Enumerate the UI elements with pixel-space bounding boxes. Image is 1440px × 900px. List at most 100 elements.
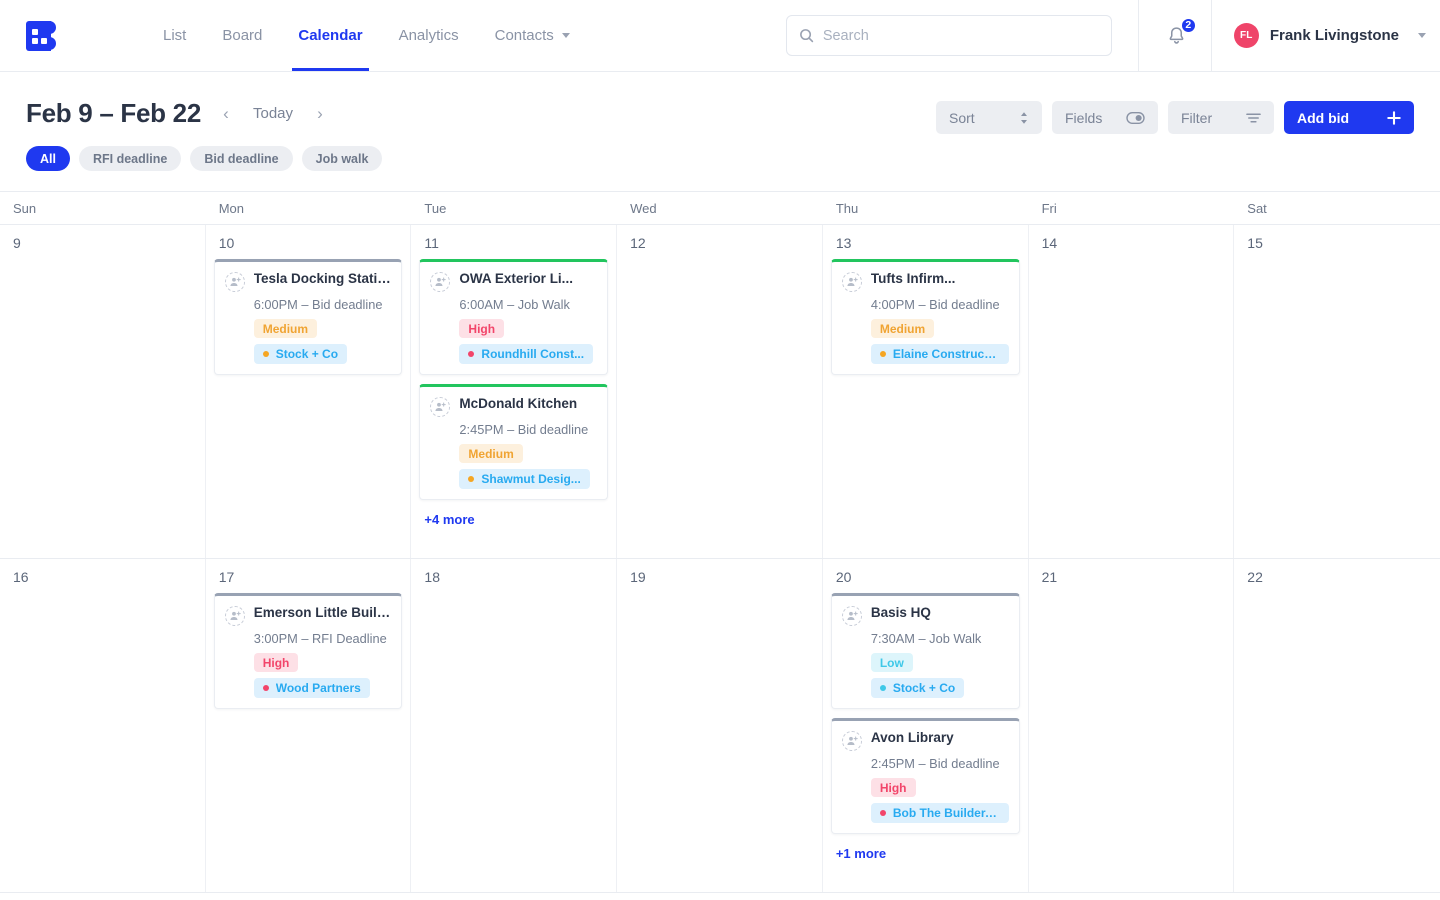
weekday-header-fri: Fri xyxy=(1041,200,1057,216)
calendar-day-cell[interactable]: 18 xyxy=(411,559,618,892)
date-range-row: Feb 9 – Feb 22 ‹ Today › xyxy=(26,98,936,129)
priority-badge: Medium xyxy=(870,319,935,338)
sort-button[interactable]: Sort xyxy=(936,101,1042,134)
person-add-icon[interactable] xyxy=(841,272,862,292)
today-button[interactable]: Today xyxy=(251,105,295,122)
add-bid-button[interactable]: Add bid xyxy=(1284,101,1414,134)
calendar-toolbar: Feb 9 – Feb 22 ‹ Today › All RFI deadline… xyxy=(0,72,1440,171)
status-dot-icon xyxy=(879,810,886,816)
priority-badge: High xyxy=(459,319,505,338)
nav-tab-contacts[interactable]: Contacts xyxy=(477,0,588,71)
company-tag-label: Bob The Builder, Inc. xyxy=(892,806,1000,820)
event-card-header: Tufts Infirm... xyxy=(841,271,1009,292)
filter-button[interactable]: Filter xyxy=(1168,101,1274,134)
event-card[interactable]: Tesla Docking Station 6:00PM – Bid deadli… xyxy=(213,259,403,375)
filter-chips: All RFI deadline Bid deadline Job walk xyxy=(26,146,936,171)
calendar-day-cell[interactable]: 10 Tesla Docking Station 6:00PM – Bid dead… xyxy=(206,225,412,558)
show-more-link[interactable]: +4 more xyxy=(419,509,608,527)
event-title: Emerson Little Buildi... xyxy=(253,605,392,620)
weekday-header-sat: Sat xyxy=(1247,200,1267,216)
filter-chip-rfi-deadline[interactable]: RFI deadline xyxy=(78,146,182,171)
event-card[interactable]: Tufts Infirm... 4:00PM – Bid deadline Medi… xyxy=(830,259,1020,375)
calendar-day-cell[interactable]: 22 xyxy=(1234,559,1440,892)
prev-period-button[interactable]: ‹ xyxy=(215,101,237,127)
event-card[interactable]: McDonald Kitchen 2:45PM – Bid deadline Med… xyxy=(419,384,609,500)
nav-tab-board[interactable]: Board xyxy=(204,0,280,71)
event-title: Basis HQ xyxy=(870,605,931,620)
company-tag[interactable]: Bob The Builder, Inc. xyxy=(870,803,1009,823)
search-box[interactable] xyxy=(785,15,1112,56)
chevron-down-icon xyxy=(561,33,570,38)
calendar-day-cell[interactable]: 19 xyxy=(617,559,823,892)
nav-tab-analytics[interactable]: Analytics xyxy=(381,0,477,71)
event-time: 2:45PM – Bid deadline xyxy=(459,422,589,437)
status-dot-icon xyxy=(879,351,886,357)
calendar-day-cell[interactable]: 13 Tufts Infirm... 4:00PM – Bid deadline Me… xyxy=(823,225,1029,558)
day-number: 22 xyxy=(1247,569,1263,585)
filter-icon xyxy=(1246,112,1261,124)
fields-button[interactable]: Fields xyxy=(1052,101,1158,134)
calendar-day-cell[interactable]: 20 Basis HQ 7:30AM – Job Walk Low Stock + Co… xyxy=(823,559,1029,892)
calendar-day-cell[interactable]: 12 xyxy=(617,225,823,558)
person-add-icon[interactable] xyxy=(224,272,245,292)
company-tag[interactable]: Wood Partners xyxy=(253,678,370,698)
status-dot-icon xyxy=(468,476,475,482)
weekday-header-row: Sun Mon Tue Wed Thu Fri Sat xyxy=(0,192,1440,225)
person-add-icon[interactable] xyxy=(430,272,451,292)
company-tag[interactable]: Roundhill Const... xyxy=(459,344,594,364)
search-input[interactable] xyxy=(822,27,1099,44)
event-time: 3:00PM – RFI Deadline xyxy=(253,631,387,646)
toolbar-left: Feb 9 – Feb 22 ‹ Today › All RFI deadline… xyxy=(26,98,936,171)
nav-tab-list[interactable]: List xyxy=(145,0,204,71)
notification-area: 2 xyxy=(1137,0,1211,71)
company-tag-label: Roundhill Const... xyxy=(481,347,585,361)
filter-chip-all[interactable]: All xyxy=(26,146,70,171)
event-time: 2:45PM – Bid deadline xyxy=(870,756,1000,771)
priority-badge: High xyxy=(870,778,916,797)
notifications-button[interactable]: 2 xyxy=(1159,16,1197,54)
person-add-icon[interactable] xyxy=(841,606,862,626)
main-nav-tabs: List Board Calendar Analytics Contacts xyxy=(145,0,588,71)
calendar-week-row: 9 10 Tesla Docking Station 6:00PM – Bid dea… xyxy=(0,225,1440,559)
person-add-icon[interactable] xyxy=(841,731,862,751)
filter-chip-job-walk[interactable]: Job walk xyxy=(301,146,383,171)
event-card[interactable]: OWA Exterior Li... 6:00AM – Job Walk High R… xyxy=(419,259,609,375)
next-period-button[interactable]: › xyxy=(309,101,331,127)
calendar-day-cell[interactable]: 9 xyxy=(0,225,206,558)
nav-tab-calendar[interactable]: Calendar xyxy=(280,0,380,71)
calendar-grid: Sun Mon Tue Wed Thu Fri Sat 9 10 Tesla Docking S… xyxy=(0,191,1440,893)
company-tag[interactable]: Elaine Construction xyxy=(870,344,1009,364)
show-more-link[interactable]: +1 more xyxy=(831,843,1020,861)
calendar-day-cell[interactable]: 15 xyxy=(1234,225,1440,558)
company-tag-label: Stock + Co xyxy=(275,347,339,361)
event-card[interactable]: Emerson Little Buildi... 3:00PM – RFI Dea… xyxy=(213,593,403,709)
nav-tab-label: Calendar xyxy=(298,27,363,44)
event-card-header: Avon Library xyxy=(841,730,1009,751)
calendar-day-cell[interactable]: 14 xyxy=(1029,225,1235,558)
nav-tab-label: Board xyxy=(222,27,263,44)
event-card[interactable]: Basis HQ 7:30AM – Job Walk Low Stock + Co xyxy=(830,593,1020,709)
company-tag[interactable]: Stock + Co xyxy=(253,344,348,364)
day-number: 16 xyxy=(13,569,29,585)
search-icon xyxy=(799,28,814,43)
company-tag[interactable]: Shawmut Desig... xyxy=(459,469,590,489)
calendar-day-cell[interactable]: 16 xyxy=(0,559,206,892)
add-bid-label: Add bid xyxy=(1297,109,1350,126)
person-add-icon[interactable] xyxy=(430,397,451,417)
company-tag-label: Shawmut Desig... xyxy=(481,472,581,486)
user-menu[interactable]: FL Frank Livingstone xyxy=(1210,0,1440,71)
filter-chip-bid-deadline[interactable]: Bid deadline xyxy=(190,146,293,171)
logo-b-icon[interactable] xyxy=(26,20,57,51)
event-card[interactable]: Avon Library 2:45PM – Bid deadline High Bob… xyxy=(830,718,1020,834)
user-name: Frank Livingstone xyxy=(1269,27,1399,44)
calendar-day-cell[interactable]: 21 xyxy=(1029,559,1235,892)
person-add-icon[interactable] xyxy=(224,606,245,626)
company-tag[interactable]: Stock + Co xyxy=(870,678,965,698)
calendar-day-cell[interactable]: 17 Emerson Little Buildi... 3:00PM – RFI D… xyxy=(206,559,412,892)
company-tag-label: Wood Partners xyxy=(275,681,361,695)
toolbar-actions: Sort Fields Filter Add bid xyxy=(936,98,1414,134)
calendar-day-cell[interactable]: 11 OWA Exterior Li... 6:00AM – Job Walk Hig… xyxy=(411,225,618,558)
toggle-icon xyxy=(1126,111,1145,124)
day-number: 21 xyxy=(1041,569,1058,585)
status-dot-icon xyxy=(262,351,269,357)
